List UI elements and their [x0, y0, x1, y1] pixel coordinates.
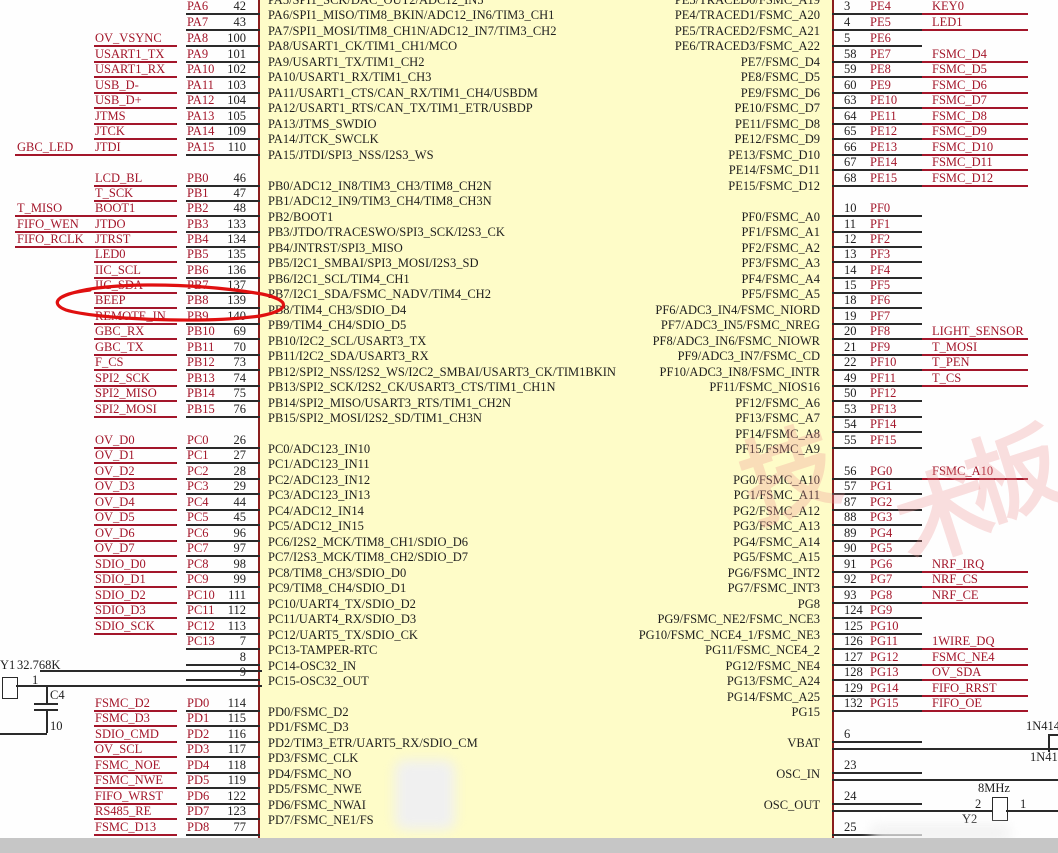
- highlight-annotation: [55, 283, 285, 322]
- schematic-view: PA6 42 PA7 43 OV_VSYNC PA8 100 USART1_TX PA9 101 U…: [0, 0, 1058, 853]
- window-bottom-bar: [0, 838, 1058, 853]
